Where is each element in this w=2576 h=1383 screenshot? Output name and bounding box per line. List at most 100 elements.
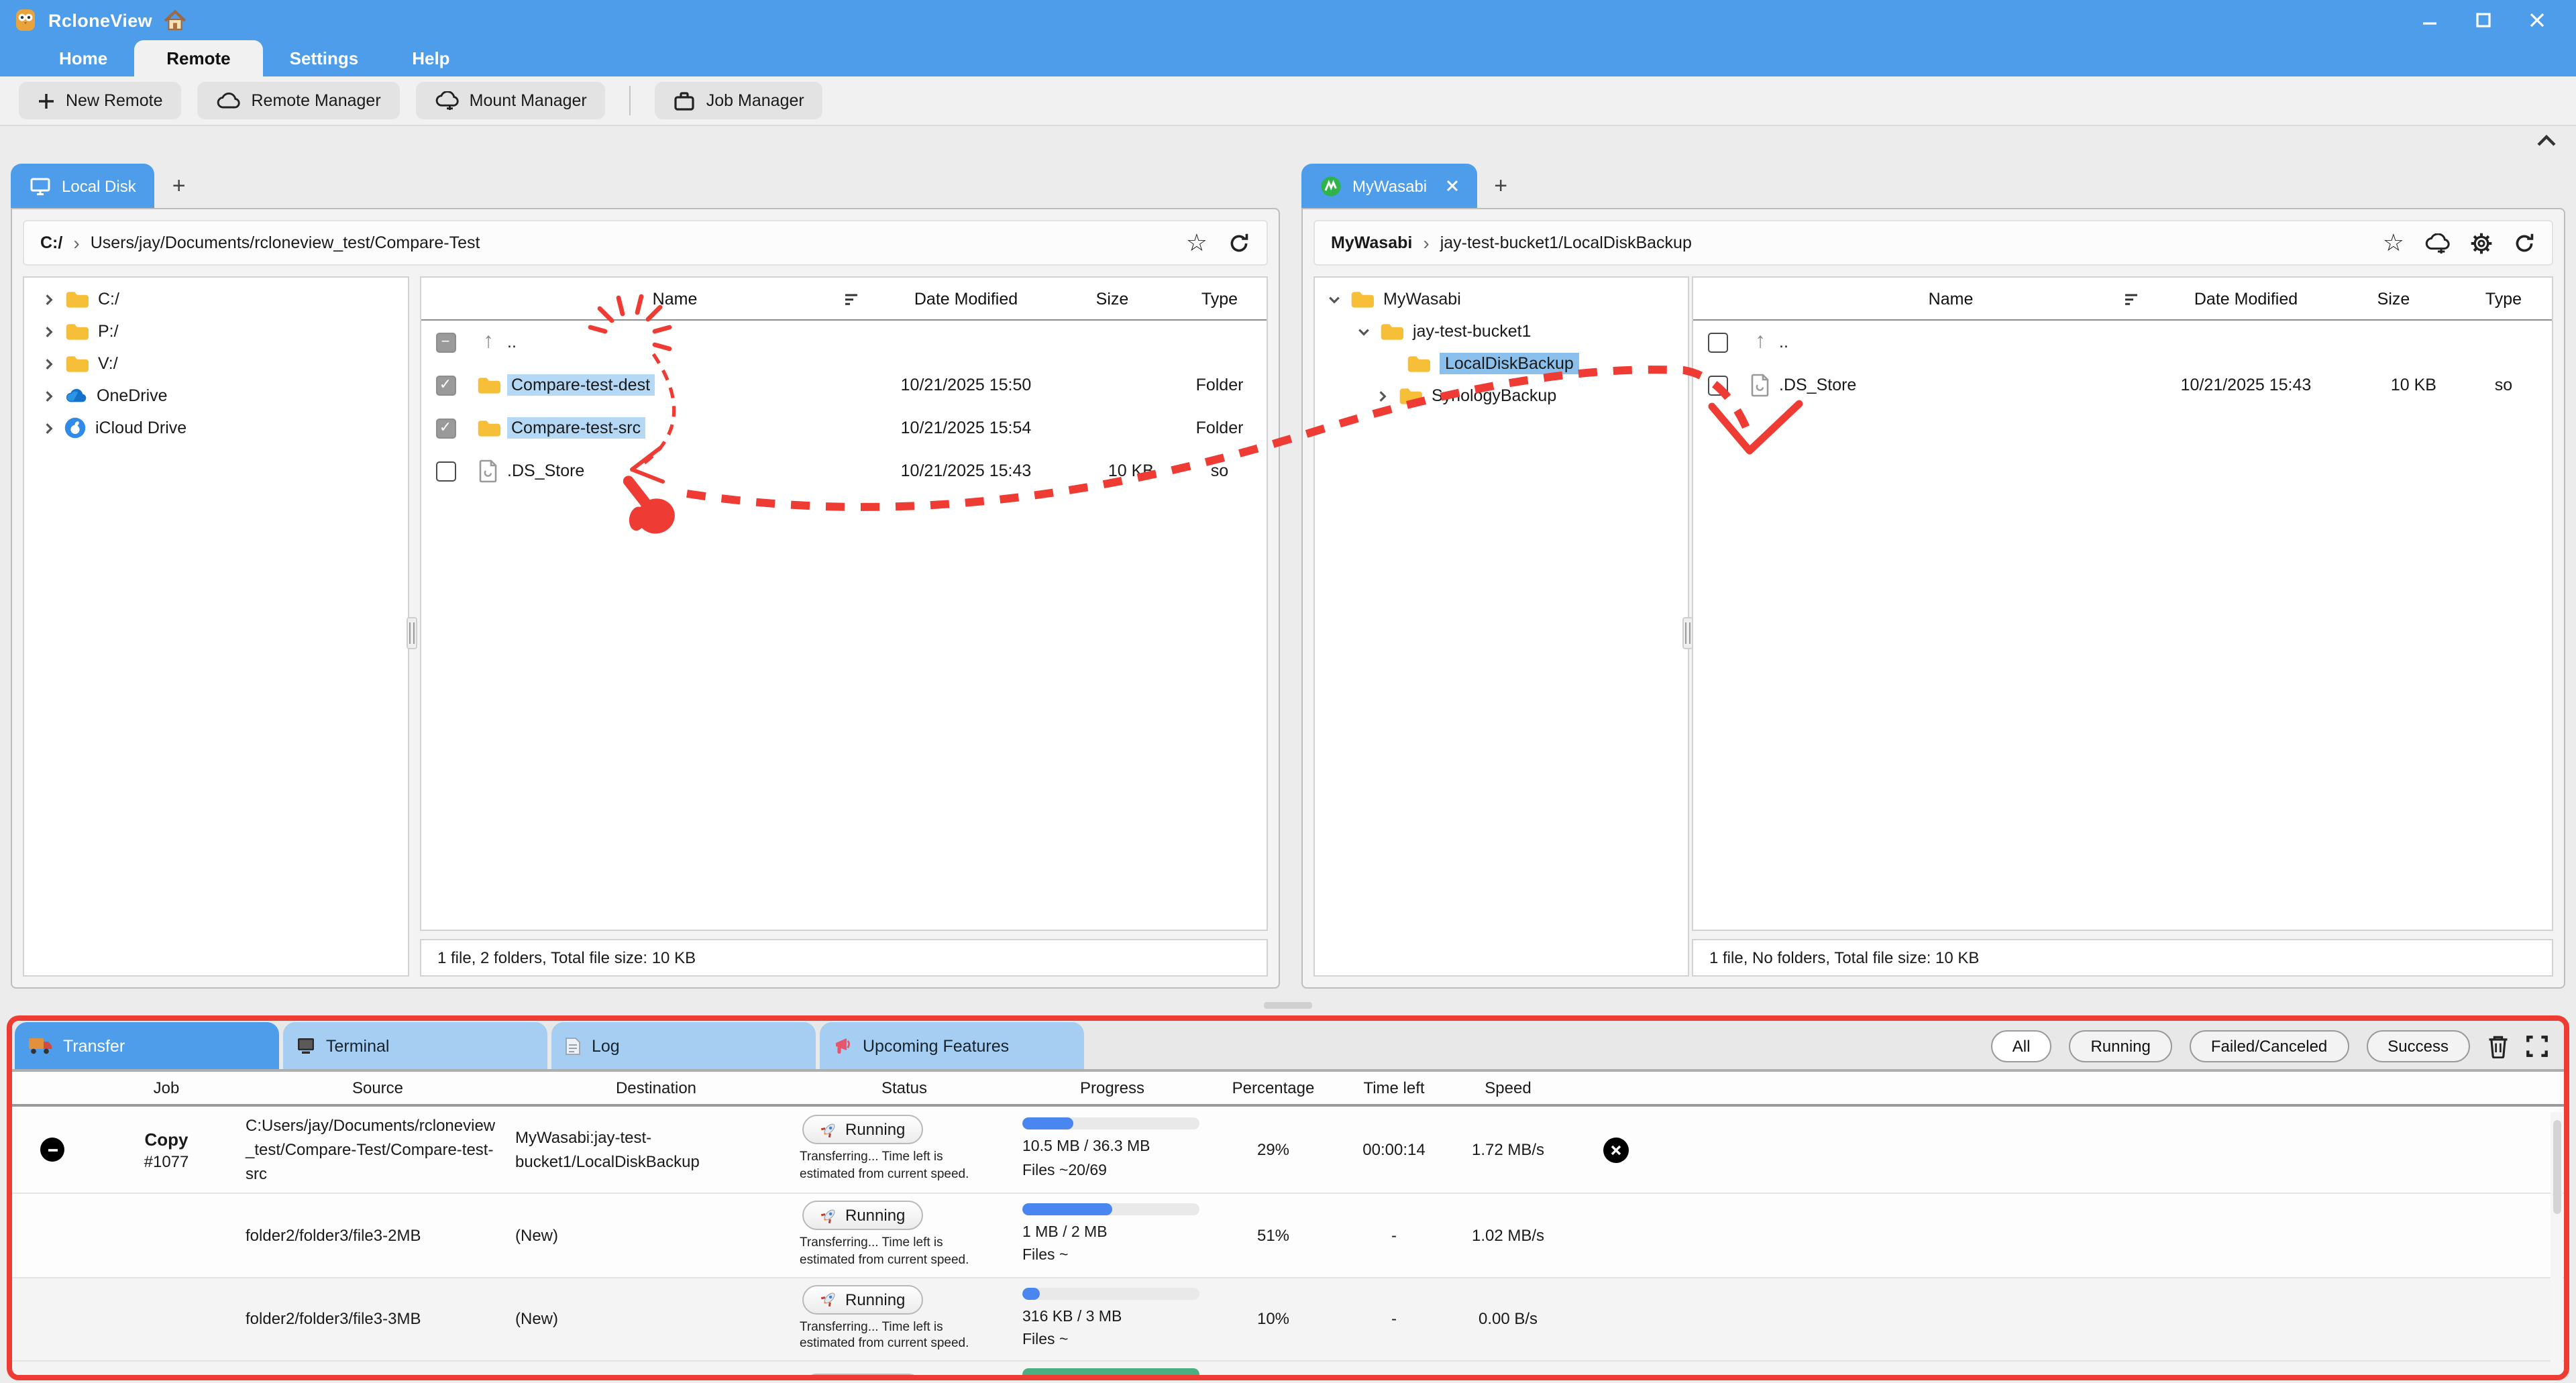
refresh-icon[interactable] — [1228, 231, 1250, 254]
trash-icon[interactable] — [2487, 1034, 2509, 1058]
filter-failed-canceled-button[interactable]: Failed/Canceled — [2190, 1030, 2349, 1062]
tab-close-icon[interactable] — [1446, 180, 1458, 192]
horizontal-splitter-grip[interactable] — [1264, 1002, 1312, 1009]
tree-item-c-drive[interactable]: C:/ — [24, 283, 408, 315]
scrollbar-thumb[interactable] — [2553, 1120, 2561, 1214]
tree-item-localdiskbackup[interactable]: LocalDiskBackup — [1315, 347, 1688, 380]
chevron-right-icon[interactable] — [43, 390, 55, 402]
column-header-size[interactable]: Size — [2334, 289, 2453, 308]
breadcrumb-root[interactable]: C:/ — [40, 233, 62, 252]
row-checkbox-checked[interactable]: ✓ — [435, 375, 455, 395]
tab-mywasabi[interactable]: MyWasabi — [1301, 164, 1477, 208]
tree-item-onedrive[interactable]: OneDrive — [24, 380, 408, 412]
column-header-name[interactable]: Name — [507, 289, 843, 308]
column-header-type[interactable]: Type — [2453, 289, 2553, 308]
row-checkbox-unchecked[interactable] — [1707, 375, 1727, 395]
tree-item-v-drive[interactable]: V:/ — [24, 347, 408, 380]
tree-item-mywasabi[interactable]: MyWasabi — [1315, 283, 1688, 315]
row-checkbox-checked[interactable]: ✓ — [435, 418, 455, 438]
chevron-down-icon[interactable] — [1328, 293, 1340, 305]
mount-manager-button[interactable]: Mount Manager — [416, 82, 606, 119]
add-tab-button[interactable]: + — [1482, 164, 1519, 208]
status-button-running[interactable]: Running — [802, 1284, 922, 1314]
file-row-compare-test-src[interactable]: ✓ Compare-test-src 10/21/2025 15:54 Fold… — [421, 406, 1267, 449]
menu-settings[interactable]: Settings — [263, 40, 386, 76]
breadcrumb-root[interactable]: MyWasabi — [1331, 233, 1412, 252]
chevron-right-icon[interactable] — [43, 325, 55, 337]
column-header-speed[interactable]: Speed — [1454, 1078, 1562, 1097]
chevron-right-icon[interactable] — [43, 357, 55, 370]
job-row[interactable]: folder2/folder3/file3-3MB (New) Running … — [12, 1278, 2564, 1362]
file-row-parent[interactable]: − ↑ .. — [421, 321, 1267, 364]
filter-success-button[interactable]: Success — [2366, 1030, 2470, 1062]
column-header-date[interactable]: Date Modified — [2157, 289, 2334, 308]
file-row-ds-store[interactable]: .DS_Store 10/21/2025 15:43 10 KB so — [421, 449, 1267, 492]
minimize-button[interactable] — [2412, 5, 2447, 35]
column-header-date[interactable]: Date Modified — [877, 289, 1055, 308]
column-header-source[interactable]: Source — [240, 1078, 515, 1097]
column-header-status[interactable]: Status — [797, 1078, 1012, 1097]
chevron-right-icon[interactable] — [43, 293, 55, 305]
row-checkbox-indeterminate[interactable]: − — [435, 332, 455, 352]
collapse-panel-chevron-icon[interactable] — [2536, 134, 2557, 148]
filter-all-button[interactable]: All — [1991, 1030, 2052, 1062]
sort-icon[interactable] — [843, 290, 877, 307]
gear-icon[interactable] — [2470, 231, 2493, 254]
job-row[interactable]: folder2/folder3/file3-2MB (New) Running … — [12, 1194, 2564, 1278]
tab-terminal[interactable]: Terminal — [283, 1022, 547, 1069]
refresh-icon[interactable] — [2513, 231, 2536, 254]
menu-help[interactable]: Help — [385, 40, 476, 76]
job-row[interactable]: folder2/folder2/file2-2MB (New) Success … — [12, 1362, 2564, 1381]
column-header-size[interactable]: Size — [1055, 289, 1170, 308]
bookmark-star-icon[interactable]: ☆ — [1186, 231, 1208, 255]
job-manager-button[interactable]: Job Manager — [655, 82, 823, 119]
menu-remote[interactable]: Remote — [134, 40, 262, 76]
filter-running-button[interactable]: Running — [2069, 1030, 2171, 1062]
cancel-job-button[interactable] — [1603, 1137, 1628, 1162]
maximize-button[interactable] — [2466, 5, 2501, 35]
file-row-ds-store[interactable]: .DS_Store 10/21/2025 15:43 10 KB so — [1693, 364, 2552, 406]
menu-home[interactable]: Home — [32, 40, 134, 76]
add-tab-button[interactable]: + — [160, 164, 198, 208]
column-header-type[interactable]: Type — [1170, 289, 1268, 308]
bookmark-star-icon[interactable]: ☆ — [2383, 231, 2404, 255]
fullscreen-icon[interactable] — [2526, 1036, 2548, 1057]
column-header-name[interactable]: Name — [1779, 289, 2123, 308]
tab-upcoming-features[interactable]: Upcoming Features — [820, 1022, 1084, 1069]
breadcrumb-path[interactable]: Users/jay/Documents/rcloneview_test/Comp… — [91, 233, 480, 252]
tree-item-jay-test-bucket1[interactable]: jay-test-bucket1 — [1315, 315, 1688, 347]
new-remote-button[interactable]: New Remote — [19, 82, 182, 119]
column-header-time-left[interactable]: Time left — [1334, 1078, 1454, 1097]
column-header-percentage[interactable]: Percentage — [1213, 1078, 1334, 1097]
left-pathbar[interactable]: C:/ › Users/jay/Documents/rcloneview_tes… — [23, 220, 1268, 266]
column-header-progress[interactable]: Progress — [1012, 1078, 1213, 1097]
status-button-running[interactable]: Running — [802, 1115, 922, 1144]
chevron-right-icon[interactable] — [43, 422, 55, 434]
tab-log[interactable]: Log — [551, 1022, 816, 1069]
remote-manager-button[interactable]: Remote Manager — [198, 82, 400, 119]
tab-local-disk[interactable]: Local Disk — [11, 164, 155, 208]
column-header-destination[interactable]: Destination — [515, 1078, 797, 1097]
breadcrumb-path[interactable]: jay-test-bucket1/LocalDiskBackup — [1440, 233, 1692, 252]
row-checkbox-unchecked[interactable] — [435, 461, 455, 481]
tree-list-splitter-grip[interactable] — [407, 617, 417, 649]
tree-item-synologybackup[interactable]: SynologyBackup — [1315, 380, 1688, 412]
chevron-right-icon[interactable] — [1377, 390, 1389, 402]
status-button-success[interactable]: Success — [802, 1374, 924, 1380]
tab-transfer[interactable]: Transfer — [15, 1022, 279, 1069]
cloud-add-icon[interactable] — [2424, 233, 2450, 253]
collapse-job-button[interactable] — [40, 1138, 64, 1162]
tree-item-icloud-drive[interactable]: iCloud Drive — [24, 412, 408, 444]
job-table-scrollbar[interactable] — [2551, 1112, 2563, 1370]
row-checkbox-unchecked[interactable] — [1707, 332, 1727, 352]
status-button-running[interactable]: Running — [802, 1201, 922, 1230]
sort-icon[interactable] — [2123, 290, 2157, 307]
right-pathbar[interactable]: MyWasabi › jay-test-bucket1/LocalDiskBac… — [1313, 220, 2553, 266]
file-row-compare-test-dest[interactable]: ✓ Compare-test-dest 10/21/2025 15:50 Fol… — [421, 364, 1267, 406]
column-header-job[interactable]: Job — [93, 1078, 240, 1097]
close-button[interactable] — [2520, 5, 2555, 35]
job-row[interactable]: Copy#1077 C:Users/jay/Documents/rclonevi… — [12, 1107, 2564, 1194]
chevron-down-icon[interactable] — [1358, 325, 1370, 337]
tree-item-p-drive[interactable]: P:/ — [24, 315, 408, 347]
file-row-parent[interactable]: ↑ .. — [1693, 321, 2552, 364]
